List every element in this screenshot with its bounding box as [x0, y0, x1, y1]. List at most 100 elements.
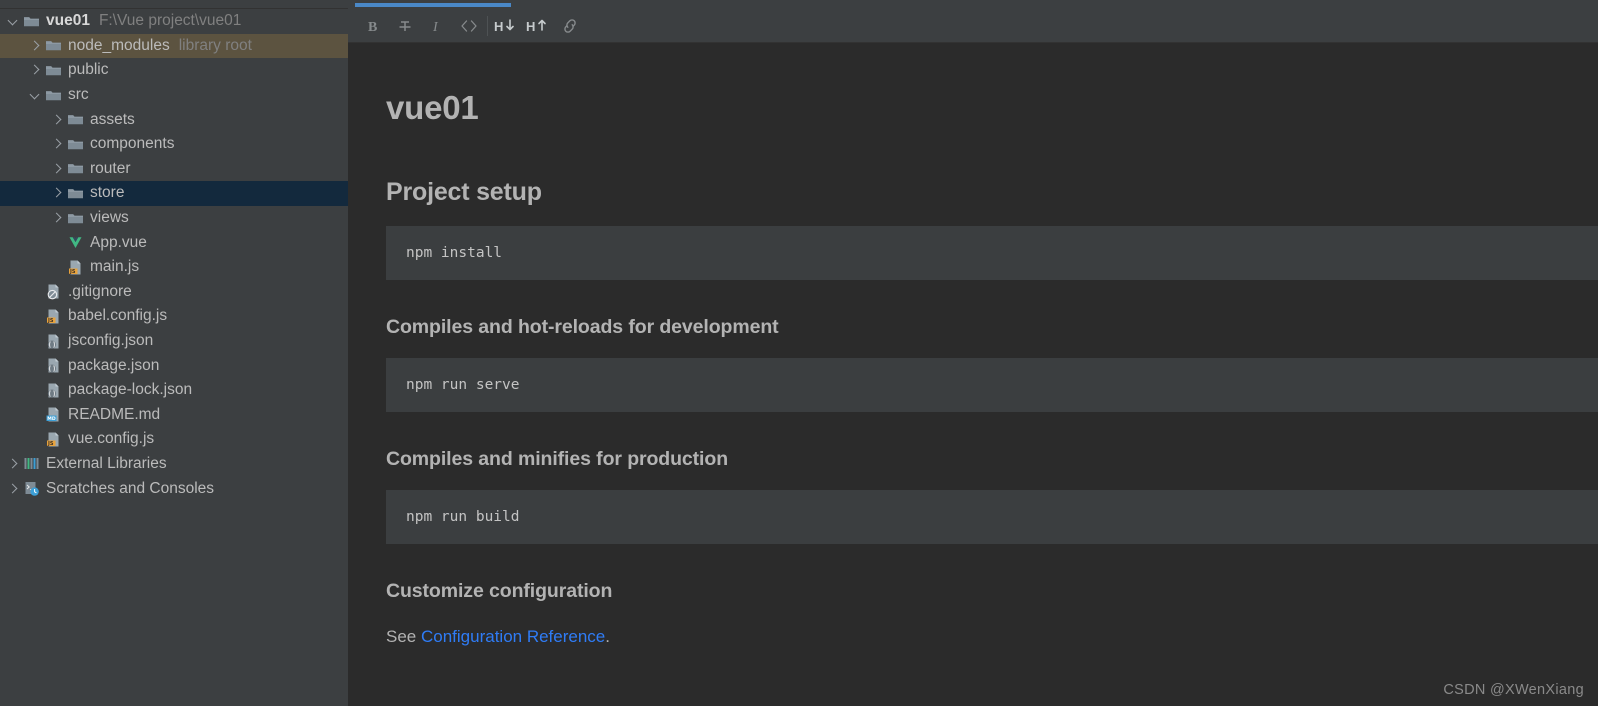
- no-chevron-spacer: [28, 384, 41, 397]
- tree-item-label: vue.config.js: [68, 430, 154, 448]
- svg-text:JS: JS: [69, 269, 76, 275]
- js-file-icon: JS: [67, 259, 84, 276]
- italic-icon[interactable]: I: [421, 13, 453, 39]
- folder-icon: [67, 111, 84, 128]
- chevron-right-icon[interactable]: [50, 138, 63, 151]
- bold-icon[interactable]: B: [357, 13, 389, 39]
- js-file-icon: JS: [45, 431, 62, 448]
- tree-item-label: .gitignore: [68, 283, 132, 301]
- folder-icon: [45, 87, 62, 104]
- tree-item-assets[interactable]: assets: [0, 107, 348, 132]
- tree-item-vue01[interactable]: vue01 F:\Vue project\vue01: [0, 9, 348, 34]
- tree-item-views[interactable]: views: [0, 206, 348, 231]
- active-tab-underline: [355, 3, 511, 7]
- tree-item-app-vue[interactable]: App.vue: [0, 230, 348, 255]
- chevron-down-icon[interactable]: [28, 89, 41, 102]
- tree-item-src[interactable]: src: [0, 83, 348, 108]
- tree-item-label: package.json: [68, 357, 159, 375]
- link-icon[interactable]: [554, 13, 586, 39]
- tree-item-label: router: [90, 160, 131, 178]
- section-heading: Customize configuration: [348, 544, 1598, 603]
- chevron-down-icon[interactable]: [6, 15, 19, 28]
- sidebar-top-strip: [0, 0, 348, 9]
- markdown-content: vue01 Project setup npm install Compiles a…: [348, 43, 1598, 647]
- code-block[interactable]: npm install: [386, 226, 1598, 280]
- tree-item-babel-config-js[interactable]: JS babel.config.js: [0, 304, 348, 329]
- tree-item-gitignore[interactable]: .gitignore: [0, 280, 348, 305]
- no-chevron-spacer: [28, 335, 41, 348]
- code-icon[interactable]: [453, 13, 485, 39]
- folder-icon: [67, 136, 84, 153]
- no-chevron-spacer: [28, 285, 41, 298]
- gitignore-file-icon: [45, 283, 62, 300]
- tree-item-package-json[interactable]: package.json: [0, 353, 348, 378]
- library-icon: [23, 455, 40, 472]
- tree-item-main-js[interactable]: JS main.js: [0, 255, 348, 280]
- heading-up-icon[interactable]: H: [522, 13, 554, 39]
- tree-item-label: assets: [90, 111, 135, 129]
- chevron-right-icon[interactable]: [28, 39, 41, 52]
- tree-item-label: babel.config.js: [68, 307, 167, 325]
- tree-item-sublabel: library root: [179, 37, 252, 55]
- folder-icon: [23, 13, 40, 30]
- section-heading: Compiles and minifies for production: [348, 412, 1598, 471]
- markdown-toolbar[interactable]: B I HH: [348, 9, 1598, 43]
- vue-file-icon: [67, 234, 84, 251]
- folder-icon: [67, 210, 84, 227]
- tree-item-sublabel: F:\Vue project\vue01: [99, 12, 241, 30]
- tree-item-label: main.js: [90, 258, 139, 276]
- chevron-right-icon[interactable]: [6, 482, 19, 495]
- tree-item-label: package-lock.json: [68, 381, 192, 399]
- chevron-right-icon[interactable]: [50, 113, 63, 126]
- project-tree-panel: vue01 F:\Vue project\vue01 node_moduleslib…: [0, 0, 348, 706]
- no-chevron-spacer: [28, 359, 41, 372]
- tree-item-jsconfig-json[interactable]: jsconfig.json: [0, 329, 348, 354]
- no-chevron-spacer: [50, 236, 63, 249]
- tree-item-label: vue01: [46, 12, 90, 30]
- tree-item-vue-config-js[interactable]: JS vue.config.js: [0, 427, 348, 452]
- code-block[interactable]: npm run serve: [386, 358, 1598, 412]
- folder-icon: [67, 160, 84, 177]
- no-chevron-spacer: [50, 261, 63, 274]
- tree-item-label: components: [90, 135, 174, 153]
- chevron-right-icon[interactable]: [28, 64, 41, 77]
- tree-item-router[interactable]: router: [0, 157, 348, 182]
- tree-item-readme-md[interactable]: MDREADME.md: [0, 403, 348, 428]
- no-chevron-spacer: [28, 433, 41, 446]
- configuration-reference-paragraph: See Configuration Reference.: [348, 603, 1598, 647]
- tree-item-label: public: [68, 61, 109, 79]
- no-chevron-spacer: [28, 310, 41, 323]
- markdown-sections: Project setupnpm installCompiles and hot…: [348, 127, 1598, 603]
- watermark-label: CSDN @XWenXiang: [1443, 682, 1584, 698]
- section-heading: Project setup: [348, 127, 1598, 207]
- code-block[interactable]: npm run build: [386, 490, 1598, 544]
- editor-panel: B I HH vue01 Project setup npm install Compi…: [348, 0, 1598, 706]
- folder-icon: [67, 185, 84, 202]
- tree-item-label: README.md: [68, 406, 160, 424]
- tree-item-store[interactable]: store: [0, 181, 348, 206]
- editor-tab-strip[interactable]: [348, 0, 1598, 9]
- tree-item-package-lock-json[interactable]: package-lock.json: [0, 378, 348, 403]
- tree-item-components[interactable]: components: [0, 132, 348, 157]
- tree-item-label: views: [90, 209, 129, 227]
- tree-item-external-libraries[interactable]: External Libraries: [0, 452, 348, 477]
- tree-item-node-modules[interactable]: node_moduleslibrary root: [0, 34, 348, 59]
- tree-item-label: jsconfig.json: [68, 332, 153, 350]
- svg-text:I: I: [432, 20, 439, 35]
- ide-window: vue01 F:\Vue project\vue01 node_moduleslib…: [0, 0, 1598, 706]
- no-chevron-spacer: [28, 408, 41, 421]
- page-title: vue01: [348, 43, 1598, 127]
- chevron-right-icon[interactable]: [50, 187, 63, 200]
- json-file-icon: [45, 357, 62, 374]
- tree-item-public[interactable]: public: [0, 58, 348, 83]
- svg-text:JS: JS: [47, 318, 54, 324]
- chevron-right-icon[interactable]: [50, 212, 63, 225]
- tree-item-scratches-and-consoles[interactable]: Scratches and Consoles: [0, 476, 348, 501]
- chevron-right-icon[interactable]: [6, 457, 19, 470]
- project-tree-list[interactable]: vue01 F:\Vue project\vue01 node_moduleslib…: [0, 9, 348, 501]
- strikethrough-icon[interactable]: [389, 13, 421, 39]
- svg-text:H: H: [526, 19, 535, 34]
- chevron-right-icon[interactable]: [50, 162, 63, 175]
- configuration-reference-link[interactable]: Configuration Reference: [421, 627, 605, 646]
- heading-down-icon[interactable]: H: [490, 13, 522, 39]
